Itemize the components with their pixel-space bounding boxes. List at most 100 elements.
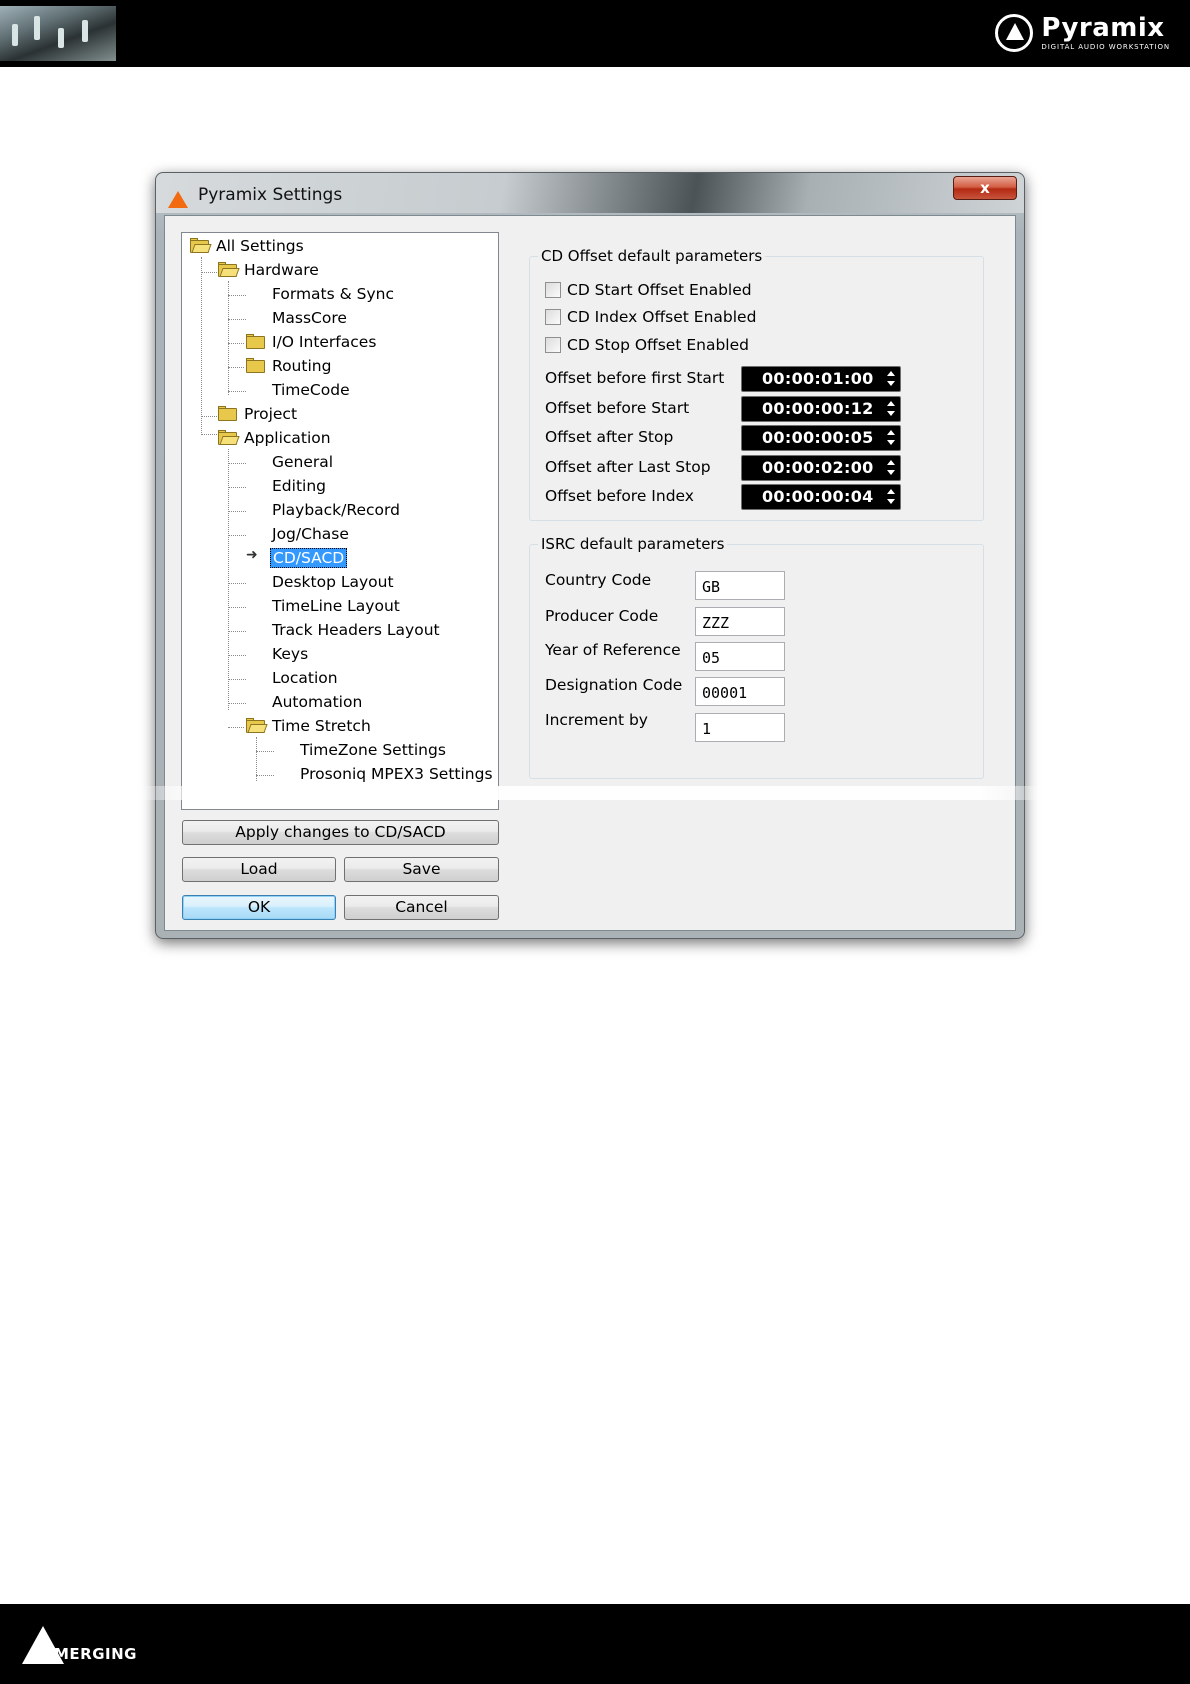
tree-line bbox=[201, 257, 202, 435]
spin-arrows-icon[interactable] bbox=[886, 370, 896, 388]
cd-stop-offset-checkbox[interactable] bbox=[545, 337, 561, 353]
tree-item-cd-sacd[interactable]: CD/SACD bbox=[270, 547, 348, 569]
cancel-button[interactable]: Cancel bbox=[344, 895, 499, 920]
offset-before-start-field[interactable]: 00:00:00:12 bbox=[741, 396, 901, 422]
footer-brand: MERGING bbox=[54, 1645, 137, 1663]
producer-code-label: Producer Code bbox=[545, 607, 659, 625]
title-bar[interactable]: Pyramix Settings x bbox=[156, 173, 1024, 213]
tree-line bbox=[228, 463, 246, 464]
tree-item-timecode[interactable]: TimeCode bbox=[272, 379, 350, 401]
spin-arrows-icon[interactable] bbox=[886, 459, 896, 477]
tree-line bbox=[228, 295, 246, 296]
tree-item-track-headers-layout[interactable]: Track Headers Layout bbox=[272, 619, 440, 641]
tree-item-playback-record[interactable]: Playback/Record bbox=[272, 499, 400, 521]
offset-after-stop-field[interactable]: 00:00:00:05 bbox=[741, 425, 901, 451]
brand-name: Pyramix bbox=[1041, 13, 1165, 43]
page-footer: MERGING bbox=[0, 1604, 1190, 1684]
year-of-reference-input[interactable]: 05 bbox=[695, 642, 785, 671]
tree-item-location[interactable]: Location bbox=[272, 667, 338, 689]
cd-index-offset-checkbox[interactable] bbox=[545, 309, 561, 325]
save-button[interactable]: Save bbox=[344, 857, 499, 882]
close-button[interactable]: x bbox=[953, 176, 1017, 200]
pyramix-logo: Pyramix DIGITAL AUDIO WORKSTATION bbox=[995, 12, 1170, 54]
tree-item-label: TimeLine Layout bbox=[272, 597, 400, 615]
cd-offset-group: CD Offset default parameters CD Start Of… bbox=[529, 247, 984, 521]
tree-item-routing[interactable]: Routing bbox=[246, 355, 331, 377]
apply-changes-button[interactable]: Apply changes to CD/SACD bbox=[182, 820, 499, 845]
country-code-input[interactable]: GB bbox=[695, 571, 785, 600]
tree-line bbox=[228, 703, 246, 704]
producer-code-input[interactable]: ZZZ bbox=[695, 607, 785, 636]
cd-start-offset-checkbox-row[interactable]: CD Start Offset Enabled bbox=[545, 281, 752, 299]
tree-line bbox=[228, 367, 244, 368]
tree-line bbox=[256, 751, 274, 752]
tree-item-label: TimeCode bbox=[272, 381, 350, 399]
offset-after-last-stop-field[interactable]: 00:00:02:00 bbox=[741, 455, 901, 481]
folder-icon bbox=[218, 406, 238, 422]
offset-before-first-start-field[interactable]: 00:00:01:00 bbox=[741, 366, 901, 392]
tree-item-timezone-settings[interactable]: TimeZone Settings bbox=[300, 739, 446, 761]
spin-arrows-icon[interactable] bbox=[886, 488, 896, 506]
load-button[interactable]: Load bbox=[182, 857, 336, 882]
tree-item-timeline-layout[interactable]: TimeLine Layout bbox=[272, 595, 400, 617]
tree-item-label: TimeZone Settings bbox=[300, 741, 446, 759]
tree-item-jog-chase[interactable]: Jog/Chase bbox=[272, 523, 349, 545]
checkbox-label: CD Start Offset Enabled bbox=[567, 281, 752, 299]
tree-line bbox=[228, 343, 244, 344]
tree-line bbox=[228, 607, 246, 608]
tree-item-automation[interactable]: Automation bbox=[272, 691, 362, 713]
increment-by-label: Increment by bbox=[545, 711, 648, 729]
designation-code-label: Designation Code bbox=[545, 676, 683, 694]
ok-button[interactable]: OK bbox=[182, 895, 336, 920]
timecode-value: 00:00:02:00 bbox=[762, 458, 874, 477]
tree-line bbox=[228, 281, 229, 395]
tree-item-project[interactable]: Project bbox=[218, 403, 297, 425]
cd-start-offset-checkbox[interactable] bbox=[545, 282, 561, 298]
tree-item-formats-sync[interactable]: Formats & Sync bbox=[272, 283, 394, 305]
tree-item-label: Prosoniq MPEX3 Settings bbox=[300, 765, 493, 783]
tree-item-editing[interactable]: Editing bbox=[272, 475, 326, 497]
tree-line bbox=[228, 487, 246, 488]
spin-arrows-icon[interactable] bbox=[886, 429, 896, 447]
tree-item-application[interactable]: Application bbox=[218, 427, 331, 449]
tree-item-general[interactable]: General bbox=[272, 451, 333, 473]
tree-line bbox=[228, 631, 246, 632]
pyramix-app-icon bbox=[168, 191, 188, 208]
tree-item-label: Automation bbox=[272, 693, 363, 711]
mixer-console-photo bbox=[0, 6, 116, 61]
folder-icon bbox=[246, 334, 266, 350]
tree-item-all-settings[interactable]: All Settings bbox=[190, 235, 304, 257]
tree-item-label: Playback/Record bbox=[272, 501, 400, 519]
tree-line bbox=[228, 511, 246, 512]
tree-item-io-interfaces[interactable]: I/O Interfaces bbox=[246, 331, 376, 353]
tree-item-hardware[interactable]: Hardware bbox=[218, 259, 319, 281]
folder-open-icon bbox=[218, 430, 240, 446]
increment-by-input[interactable]: 1 bbox=[695, 713, 785, 742]
tree-item-prosoniq-mpex3-settings[interactable]: Prosoniq MPEX3 Settings bbox=[300, 763, 493, 785]
tree-line bbox=[228, 583, 246, 584]
tree-item-masscore[interactable]: MassCore bbox=[272, 307, 347, 329]
designation-code-input[interactable]: 00001 bbox=[695, 677, 785, 706]
tree-item-desktop-layout[interactable]: Desktop Layout bbox=[272, 571, 394, 593]
tree-item-label-selected: CD/SACD bbox=[270, 548, 348, 568]
tree-line bbox=[256, 775, 274, 776]
settings-window: Pyramix Settings x All Settings Hardware… bbox=[155, 172, 1025, 939]
country-code-label: Country Code bbox=[545, 571, 652, 589]
cd-index-offset-checkbox-row[interactable]: CD Index Offset Enabled bbox=[545, 308, 756, 326]
cd-stop-offset-checkbox-row[interactable]: CD Stop Offset Enabled bbox=[545, 336, 749, 354]
offset-before-index-field[interactable]: 00:00:00:04 bbox=[741, 484, 901, 510]
settings-tree[interactable]: All Settings Hardware Formats & Sync Mas… bbox=[181, 232, 499, 810]
tree-item-label: MassCore bbox=[272, 309, 347, 327]
offset-before-start-label: Offset before Start bbox=[545, 399, 690, 417]
spin-arrows-icon[interactable] bbox=[886, 400, 896, 418]
tree-item-label: Editing bbox=[272, 477, 326, 495]
pyramix-logo-icon bbox=[995, 14, 1034, 52]
tree-item-keys[interactable]: Keys bbox=[272, 643, 308, 665]
merging-logo: MERGING bbox=[22, 1626, 137, 1664]
timecode-value: 00:00:01:00 bbox=[762, 369, 874, 388]
tree-item-time-stretch[interactable]: Time Stretch bbox=[246, 715, 371, 737]
page-header: Pyramix DIGITAL AUDIO WORKSTATION bbox=[0, 0, 1190, 67]
tree-line bbox=[228, 535, 246, 536]
dialog-client-area: All Settings Hardware Formats & Sync Mas… bbox=[164, 215, 1016, 931]
offset-before-first-start-label: Offset before first Start bbox=[545, 369, 725, 387]
